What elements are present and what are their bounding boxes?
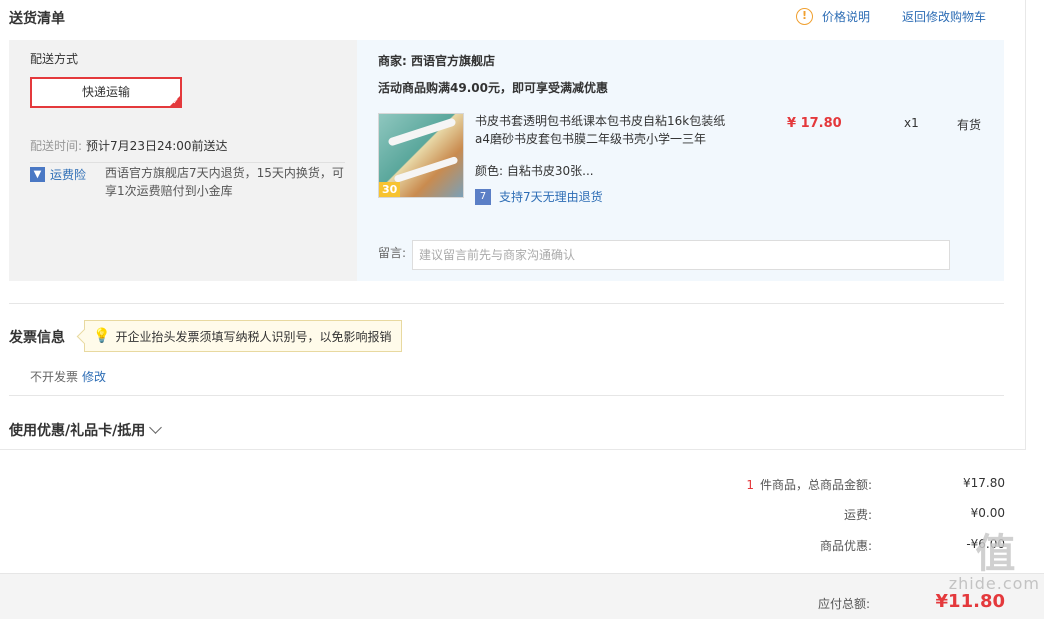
warning-icon: ! [795,8,813,25]
return-policy[interactable]: 7 支持7天无理由退货 [475,188,603,205]
product-quantity: x1 [904,116,919,130]
product-title-link[interactable]: 书皮书套透明包书纸课本包书皮自粘16k包装纸a4磨砂书皮套包书膜二年级书壳小学一… [475,112,737,148]
coupon-toggle[interactable]: 使用优惠/礼品卡/抵用 [9,420,163,440]
return-policy-icon: 7 [475,188,491,205]
divider [9,395,1004,396]
delivery-time-label: 配送时间: [30,139,83,153]
order-frame: 送货清单 ! 价格说明 返回修改购物车 配送方式 快递运输 ✓ 配送时间: 预计7… [0,0,1026,450]
pay-total-label: 应付总额: [817,597,870,611]
return-policy-text: 支持7天无理由退货 [499,190,603,204]
goods-total-label-text: 件商品，总商品金额: [759,478,872,492]
divider [9,303,1004,304]
shipping-insurance-text: 西语官方旗舰店7天内退货，15天内换货，可享1次运费赔付到小金库 [105,166,344,198]
lightbulb-icon: 💡 [93,328,111,344]
price-info-link[interactable]: 价格说明 [822,8,870,25]
product-color-value: 自粘书皮30张... [506,164,594,178]
shipping-insurance-label: 运费险 [50,168,87,182]
delivery-list-title: 送货清单 [9,11,65,27]
shipping-fee-label: 运费: [843,508,872,522]
product-image-detail [393,155,459,184]
promo-text: 活动商品购满49.00元，即可享受满减优惠 [378,81,608,95]
product-color: 颜色: 自粘书皮30张... [475,162,594,179]
invoice-status-text: 不开发票 [30,370,79,384]
goods-total-value: ¥17.80 [963,476,1005,490]
pay-total-value: ¥11.80 [935,591,1005,612]
coupon-title-text: 使用优惠/礼品卡/抵用 [9,423,146,439]
shield-icon: ▼ [30,167,45,182]
note-label: 留言: [378,246,407,260]
item-count: 1 [746,478,754,492]
invoice-tip-text: 开企业抬头发票须填写纳税人识别号，以免影响报销 [115,329,392,344]
shipping-option-label: 快递运输 [81,85,130,99]
invoice-status: 不开发票 修改 [30,368,106,385]
invoice-edit-link[interactable]: 修改 [82,370,106,384]
discount-label: 商品优惠: [819,539,872,553]
chevron-down-icon [149,420,163,434]
product-color-label: 颜色: [475,164,504,178]
top-links: ! 价格说明 返回修改购物车 [795,8,986,25]
shipping-option-express[interactable]: 快递运输 ✓ [30,77,182,108]
shipping-fee-value: ¥0.00 [970,506,1005,520]
product-thumbnail[interactable]: 30 [378,113,464,198]
divider [30,162,345,163]
goods-total-label: 1 件商品，总商品金额: [746,476,872,493]
check-icon: ✓ [172,97,179,106]
delivery-time-value: 预计7月23日24:00前送达 [86,139,228,153]
shipping-panel: 配送方式 快递运输 ✓ 配送时间: 预计7月23日24:00前送达 ▼ 运费险 西… [9,40,357,281]
back-to-cart-link[interactable]: 返回修改购物车 [902,8,986,25]
invoice-tip: 💡 开企业抬头发票须填写纳税人识别号，以免影响报销 [84,320,403,352]
order-note-input[interactable] [412,240,950,270]
order-items-panel: 商家: 西语官方旗舰店 活动商品购满49.00元，即可享受满减优惠 30 书皮书… [357,40,1004,281]
discount-value: -¥6.00 [966,537,1005,551]
product-price: ¥ 17.80 [787,116,842,131]
delivery-time: 配送时间: 预计7月23日24:00前送达 [30,137,228,154]
merchant-name: 商家: 西语官方旗舰店 [378,54,495,68]
shipping-method-label: 配送方式 [30,52,79,66]
stock-status: 有货 [957,118,982,132]
shipping-insurance-badge[interactable]: ▼ 运费险 [30,166,86,183]
product-image-detail [387,117,457,147]
payment-bar: 应付总额: ¥11.80 [0,573,1044,619]
product-image-badge: 30 [379,182,401,197]
invoice-title: 发票信息 [9,330,65,346]
